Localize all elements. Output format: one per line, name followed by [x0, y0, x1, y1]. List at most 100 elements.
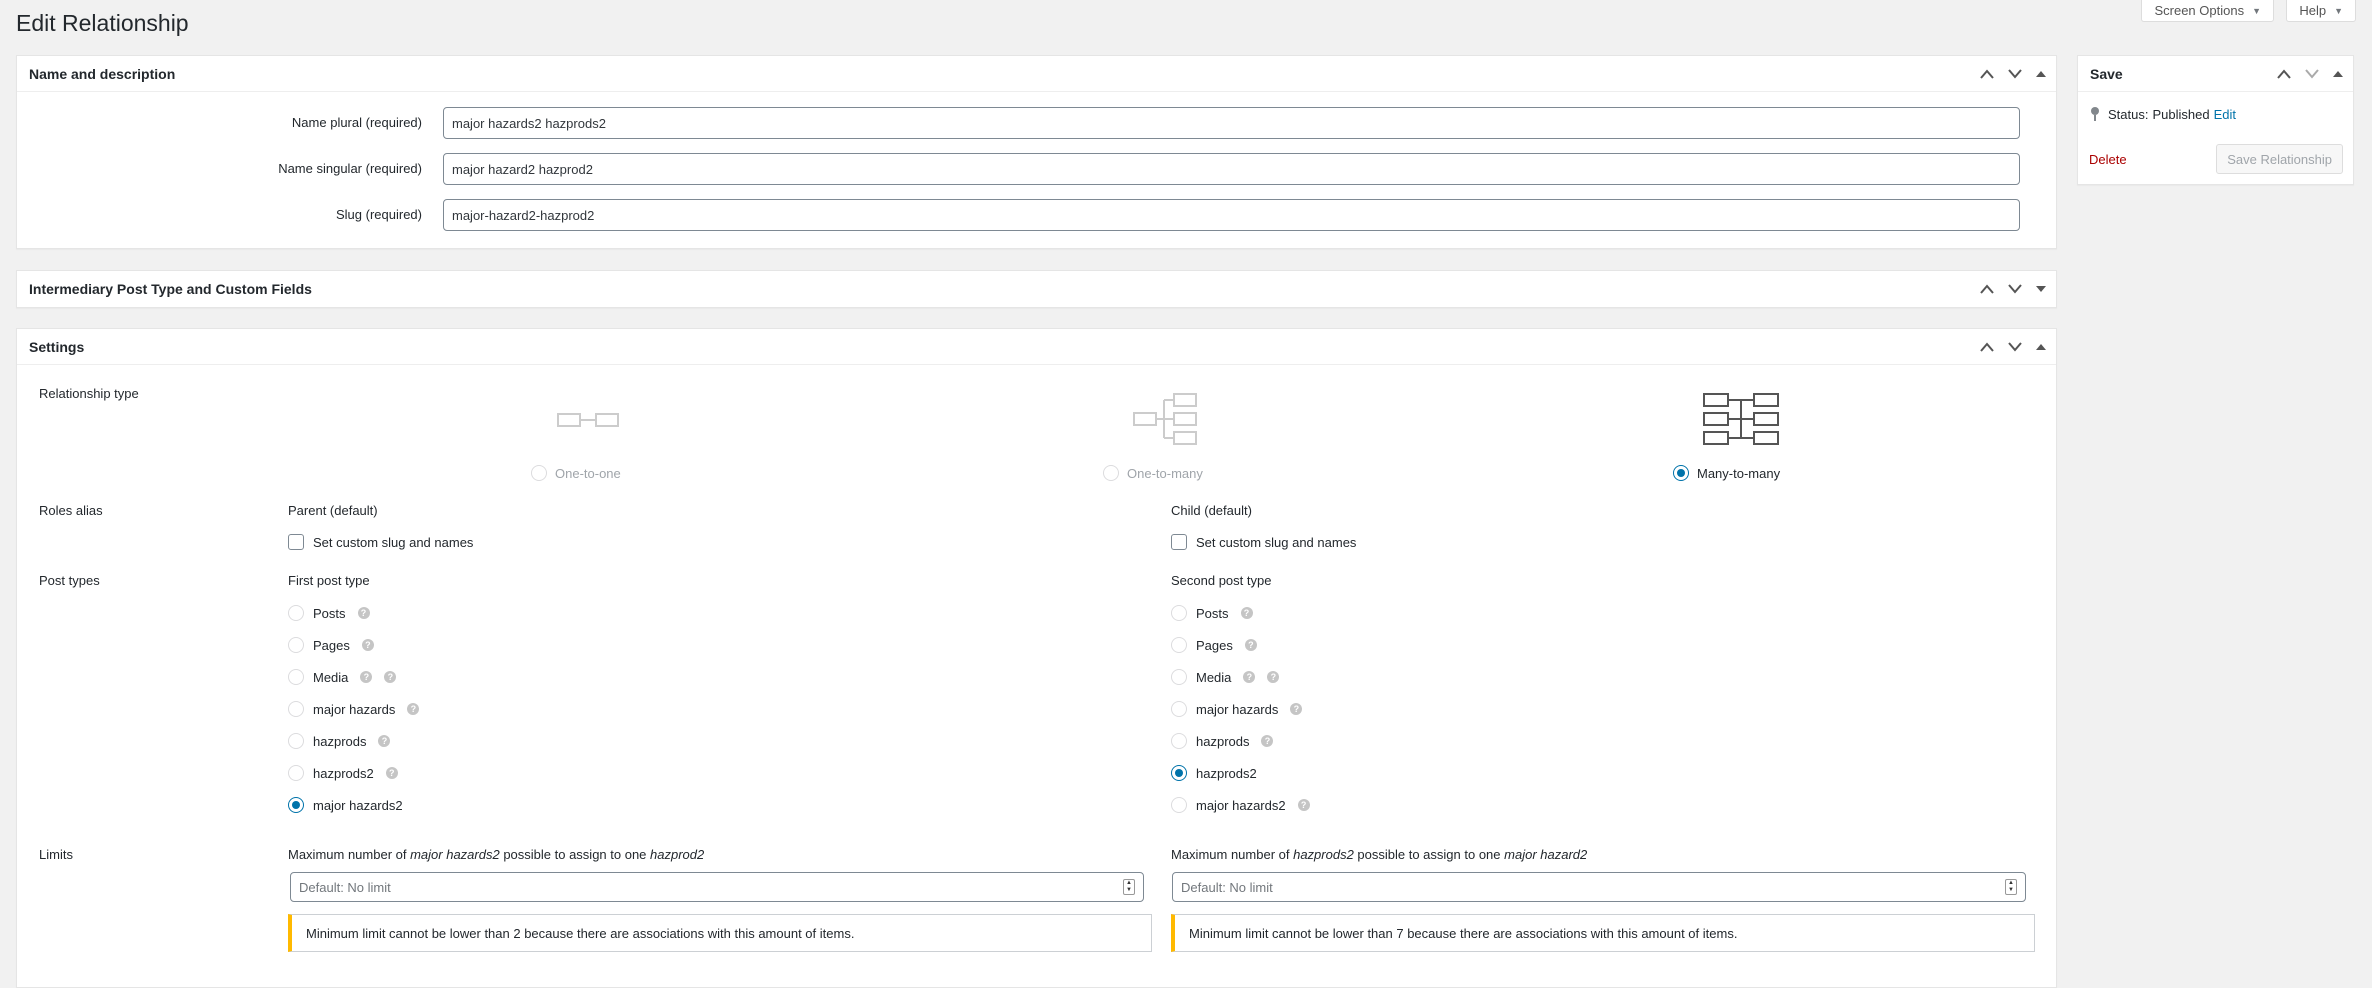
radio[interactable]: [1171, 637, 1187, 653]
help-icon[interactable]: ?: [385, 767, 398, 779]
help-icon[interactable]: ?: [1244, 639, 1257, 651]
help-icon[interactable]: ?: [361, 639, 374, 651]
handle-actions: [1980, 329, 2046, 365]
second-post-type-option[interactable]: Pages?: [1171, 637, 1257, 653]
slug-input[interactable]: [443, 199, 2020, 231]
parent-custom-slug-label: Set custom slug and names: [313, 534, 474, 550]
one-to-many-label: One-to-many: [1127, 465, 1203, 481]
move-up-icon[interactable]: [2277, 69, 2291, 79]
first-post-type-option[interactable]: major hazards2: [288, 797, 403, 813]
postbox-header: Save: [2078, 56, 2353, 92]
child-custom-slug-checkbox[interactable]: [1171, 534, 1187, 550]
second-post-type-option[interactable]: hazprods2: [1171, 765, 1257, 781]
first-post-type-heading: First post type: [288, 573, 370, 588]
help-icon[interactable]: ?: [357, 607, 370, 619]
radio[interactable]: [288, 733, 304, 749]
parent-custom-slug-option[interactable]: Set custom slug and names: [288, 534, 473, 550]
first-post-type-option[interactable]: hazprods2?: [288, 765, 398, 781]
help-tab[interactable]: Help ▼: [2286, 0, 2356, 22]
first-limit-description: Maximum number of major hazards2 possibl…: [288, 847, 705, 862]
postbox-title: Name and description: [29, 65, 176, 82]
second-post-type-option[interactable]: major hazards2?: [1171, 797, 1310, 813]
one-to-one-diagram-icon: [557, 413, 619, 427]
collapse-icon[interactable]: [2036, 343, 2046, 351]
one-to-one-option[interactable]: One-to-one: [531, 465, 621, 481]
delete-link[interactable]: Delete: [2089, 152, 2127, 167]
many-to-many-diagram-icon: [1703, 393, 1779, 445]
name-description-box: Name and description Name plural (requir…: [16, 55, 2057, 249]
move-up-icon[interactable]: [1980, 69, 1994, 79]
help-icon[interactable]: ?: [1267, 671, 1280, 683]
child-custom-slug-option[interactable]: Set custom slug and names: [1171, 534, 1356, 550]
first-post-type-option[interactable]: Pages?: [288, 637, 374, 653]
child-custom-slug-label: Set custom slug and names: [1196, 534, 1357, 550]
help-icon[interactable]: ?: [378, 735, 391, 747]
first-post-type-option[interactable]: hazprods?: [288, 733, 391, 749]
radio[interactable]: [1171, 669, 1187, 685]
option-label: Media: [1196, 669, 1232, 685]
radio[interactable]: [1171, 701, 1187, 717]
intermediary-box: Intermediary Post Type and Custom Fields: [16, 270, 2057, 308]
many-to-many-radio[interactable]: [1673, 465, 1689, 481]
second-limit-input[interactable]: Default: No limit ▲ ▼: [1172, 872, 2026, 902]
radio[interactable]: [288, 637, 304, 653]
help-icon[interactable]: ?: [360, 671, 373, 683]
second-post-type-option[interactable]: major hazards?: [1171, 701, 1303, 717]
radio[interactable]: [1171, 605, 1187, 621]
move-down-icon[interactable]: [2008, 284, 2022, 294]
help-icon[interactable]: ?: [1243, 671, 1256, 683]
second-post-type-option[interactable]: Media??: [1171, 669, 1280, 685]
status-row: Status: Published Edit: [2090, 106, 2236, 122]
help-icon[interactable]: ?: [1290, 703, 1303, 715]
expand-icon[interactable]: [2036, 285, 2046, 293]
radio[interactable]: [1171, 797, 1187, 813]
spinner-icon[interactable]: ▲ ▼: [2005, 879, 2017, 895]
radio[interactable]: [1171, 765, 1187, 781]
status-value: Published: [2152, 106, 2210, 122]
parent-custom-slug-checkbox[interactable]: [288, 534, 304, 550]
screen-options-tab[interactable]: Screen Options ▼: [2141, 0, 2274, 22]
name-plural-input[interactable]: [443, 107, 2020, 139]
radio[interactable]: [288, 605, 304, 621]
help-icon[interactable]: ?: [384, 671, 397, 683]
handle-actions: [2277, 56, 2343, 92]
postbox-header: Name and description: [17, 56, 2056, 92]
help-icon[interactable]: ?: [407, 703, 420, 715]
one-to-one-radio[interactable]: [531, 465, 547, 481]
option-label: major hazards: [1196, 701, 1279, 717]
one-to-many-radio[interactable]: [1103, 465, 1119, 481]
status-edit-link[interactable]: Edit: [2214, 107, 2236, 122]
move-down-icon[interactable]: [2008, 69, 2022, 79]
help-icon[interactable]: ?: [1297, 799, 1310, 811]
radio[interactable]: [288, 701, 304, 717]
first-post-type-option[interactable]: Media??: [288, 669, 397, 685]
move-up-icon[interactable]: [1980, 284, 1994, 294]
second-post-type-option[interactable]: hazprods?: [1171, 733, 1274, 749]
spinner-icon[interactable]: ▲ ▼: [1123, 879, 1135, 895]
save-relationship-button[interactable]: Save Relationship: [2216, 144, 2343, 174]
first-limit-input[interactable]: Default: No limit ▲ ▼: [290, 872, 1144, 902]
move-down-icon[interactable]: [2008, 342, 2022, 352]
one-to-many-option[interactable]: One-to-many: [1103, 465, 1203, 481]
help-icon[interactable]: ?: [1240, 607, 1253, 619]
collapse-icon[interactable]: [2036, 70, 2046, 78]
radio[interactable]: [1171, 733, 1187, 749]
help-icon[interactable]: ?: [1261, 735, 1274, 747]
second-post-type-option[interactable]: Posts?: [1171, 605, 1253, 621]
option-label: hazprods2: [1196, 765, 1257, 781]
status-label: Status:: [2108, 106, 2149, 122]
name-plural-label: Name plural (required): [291, 115, 422, 130]
first-post-type-option[interactable]: Posts?: [288, 605, 370, 621]
pin-icon: [2091, 107, 2099, 121]
parent-heading: Parent (default): [288, 503, 378, 518]
name-singular-input[interactable]: [443, 153, 2020, 185]
radio[interactable]: [288, 797, 304, 813]
many-to-many-option[interactable]: Many-to-many: [1673, 465, 1780, 481]
radio[interactable]: [288, 765, 304, 781]
option-label: hazprods2: [313, 765, 374, 781]
collapse-icon[interactable]: [2333, 70, 2343, 78]
first-post-type-option[interactable]: major hazards?: [288, 701, 420, 717]
radio[interactable]: [288, 669, 304, 685]
move-down-icon[interactable]: [2305, 69, 2319, 79]
move-up-icon[interactable]: [1980, 342, 1994, 352]
